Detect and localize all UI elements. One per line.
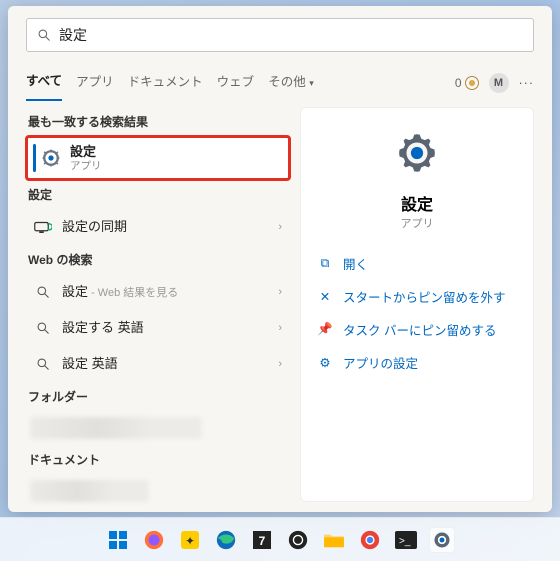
web-result-0[interactable]: 設定 - Web 結果を見る › (26, 274, 290, 310)
taskbar-settings[interactable] (429, 527, 455, 553)
chevron-right-icon: › (278, 322, 284, 334)
open-icon: ⧉ (317, 256, 333, 271)
search-icon (32, 281, 54, 303)
chevron-right-icon: › (278, 286, 284, 298)
section-web: Web の検索 (26, 245, 290, 274)
result-title: 設定する 英語 (62, 320, 144, 335)
pin-taskbar-icon: 📌 (317, 322, 333, 337)
search-row (8, 6, 552, 60)
result-subtitle: アプリ (70, 160, 283, 173)
action-open[interactable]: ⧉ 開く (315, 247, 519, 280)
taskbar-obs[interactable] (285, 527, 311, 553)
gear-icon: ⚙ (317, 355, 333, 370)
result-title: 設定 (70, 144, 283, 160)
rewards-icon (465, 76, 479, 90)
settings-sync-result[interactable]: 設定の同期 › (26, 209, 290, 245)
sync-icon (32, 216, 54, 238)
taskbar-7zip[interactable]: 7 (249, 527, 275, 553)
unpin-start-icon: ✕ (317, 289, 333, 304)
section-folder: フォルダー (26, 382, 290, 411)
taskbar-explorer[interactable] (321, 527, 347, 553)
tab-apps[interactable]: アプリ (76, 65, 114, 100)
preview-subtitle: アプリ (401, 215, 434, 231)
action-unpin-start[interactable]: ✕ スタートからピン留めを外す (315, 280, 519, 313)
taskbar-chrome[interactable] (357, 527, 383, 553)
result-title: 設定 英語 (62, 356, 118, 371)
search-icon (32, 317, 54, 339)
chevron-right-icon: › (278, 221, 284, 233)
action-label: スタートからピン留めを外す (343, 287, 506, 306)
best-match-result[interactable]: 設定 アプリ (26, 136, 290, 180)
redacted-item (30, 417, 202, 439)
search-input[interactable] (59, 27, 523, 43)
svg-text:>_: >_ (399, 536, 411, 547)
tab-web[interactable]: ウェブ (217, 65, 255, 100)
more-menu[interactable]: ··· (519, 76, 535, 90)
web-result-1[interactable]: 設定する 英語 › (26, 310, 290, 346)
taskbar-edge[interactable] (213, 527, 239, 553)
action-pin-taskbar[interactable]: 📌 タスク バーにピン留めする (315, 313, 519, 346)
section-best-match: 最も一致する検索結果 (26, 107, 290, 136)
action-label: アプリの設定 (343, 353, 418, 372)
search-box[interactable] (26, 18, 534, 52)
taskbar-terminal[interactable]: >_ (393, 527, 419, 553)
search-panel: すべて アプリ ドキュメント ウェブ その他 ▾ 0 M ··· 最も一致する検… (8, 6, 552, 512)
section-settings: 設定 (26, 180, 290, 209)
taskbar-app-yellow[interactable]: ✦ (177, 527, 203, 553)
web-result-2[interactable]: 設定 英語 › (26, 346, 290, 382)
rewards-badge[interactable]: 0 (455, 76, 479, 90)
chevron-right-icon: › (278, 358, 284, 370)
action-label: 開く (343, 254, 368, 273)
action-app-settings[interactable]: ⚙ アプリの設定 (315, 346, 519, 379)
preview-title: 設定 (401, 191, 433, 215)
result-hint: - Web 結果を見る (88, 287, 178, 299)
action-label: タスク バーにピン留めする (343, 320, 496, 339)
taskbar-start[interactable] (105, 527, 131, 553)
preview-app-icon (394, 130, 440, 179)
search-icon (37, 28, 51, 42)
svg-text:7: 7 (259, 534, 266, 548)
results-column: 最も一致する検索結果 設定 アプリ 設定 設定の同期 › Web の検索 (26, 107, 290, 502)
selection-indicator (33, 144, 36, 172)
redacted-item (30, 480, 149, 502)
result-title: 設定の同期 (62, 219, 278, 235)
taskbar: ✦ 7 >_ (0, 517, 560, 561)
user-avatar[interactable]: M (489, 73, 509, 93)
search-icon (32, 353, 54, 375)
preview-pane: 設定 アプリ ⧉ 開く ✕ スタートからピン留めを外す 📌 タスク バーにピン留… (300, 107, 534, 502)
settings-app-icon (40, 147, 62, 169)
tabs-row: すべて アプリ ドキュメント ウェブ その他 ▾ 0 M ··· (8, 60, 552, 101)
section-document: ドキュメント (26, 445, 290, 474)
tab-documents[interactable]: ドキュメント (128, 65, 203, 100)
taskbar-firefox[interactable] (141, 527, 167, 553)
result-title: 設定 (62, 284, 88, 299)
tab-more[interactable]: その他 ▾ (268, 65, 314, 100)
svg-text:✦: ✦ (185, 534, 195, 548)
tab-all[interactable]: すべて (26, 64, 62, 101)
